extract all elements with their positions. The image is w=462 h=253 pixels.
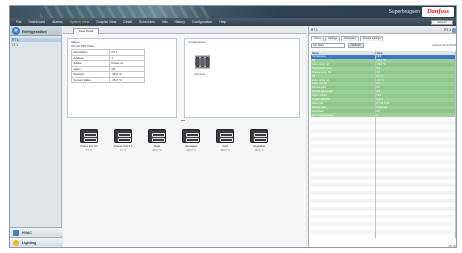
danfoss-logo: Danfoss [422, 7, 454, 17]
main-menu: File Dashboard Alarms System View Graphic Vi… [16, 20, 226, 24]
table-row: Current Value -35.0 °C [71, 76, 145, 83]
detail-panel: RT 1 RT 1 Status Settings Schedules Service… [308, 26, 456, 248]
menu-item-schedules[interactable]: Schedules [139, 20, 155, 24]
sidebar-item-label: HVAC [22, 230, 32, 235]
display-case-icon [114, 129, 132, 143]
compressor-pack-icon[interactable] [195, 55, 211, 69]
case-item[interactable]: Meat -990.0 °C [145, 129, 169, 159]
valve-properties-table: Description RT 1 Address 1 Status Power up Ala… [71, 49, 145, 83]
menu-item-detail[interactable]: Detail [123, 20, 132, 24]
detail-tabs: Status Settings Schedules Service settings [311, 36, 384, 41]
case-temperature: -990.0 °C [151, 148, 163, 152]
sidebar-item-hvac[interactable]: HVAC [10, 227, 62, 236]
detail-panel-header: RT 1 RT 1 [309, 26, 456, 34]
refrigeration-icon: ❄ [12, 27, 20, 35]
hvac-icon [13, 229, 19, 236]
display-case-icon [80, 129, 98, 143]
app-window: Superbrugsen Danfoss File Dashboard Alarms… [9, 5, 457, 248]
sidebar-item-label: Lighting [22, 240, 37, 245]
case-item[interactable]: Cold -990.0 °C [213, 129, 237, 159]
case-item[interactable]: Chees Fox 3.1 3.6 °C [77, 129, 101, 159]
display-case-icon [216, 129, 234, 143]
menu-item-configuration[interactable]: Configuration [192, 20, 212, 24]
case-temperature: -990.0 °C [185, 148, 197, 152]
tab-service-settings[interactable]: Service settings [359, 36, 384, 41]
tab-bar: Case Detail [63, 26, 306, 34]
sidebar-title: Refrigeration [22, 28, 47, 34]
compressors-title: Compressors [188, 40, 206, 44]
sidebar-header[interactable]: ❄ Refrigeration [10, 26, 62, 36]
menu-item-alarms[interactable]: Alarms [52, 20, 63, 24]
tab-schedules[interactable]: Schedules [341, 36, 359, 41]
main-panel: Case Detail Valves AK-CC 550 Case Descri… [63, 26, 306, 247]
parameter-name [311, 233, 376, 238]
sidebar: ❄ Refrigeration RT 1 LT 1 HVAC Lighting [10, 26, 62, 247]
filter-bar: Key Data Refresh Updated: 08:12:23 PM [311, 43, 456, 49]
parameter-table: Name Value Temperature OFF S3 -35.0 °C Cons.… [311, 51, 456, 238]
compressors-panel: Compressors Pumpset [184, 38, 300, 118]
parameter-group-select[interactable]: Key Data [311, 43, 345, 48]
menu-item-info[interactable]: Info [162, 20, 168, 24]
case-item[interactable]: Cheese Fox 3.1 3.6 °C [111, 129, 135, 159]
menu-item-dashboard[interactable]: Dashboard [28, 20, 45, 24]
title-bar: Superbrugsen Danfoss [10, 6, 456, 18]
case-item[interactable]: Vegetable -990.0 °C [247, 129, 271, 159]
status-text: OK (0) [448, 245, 456, 248]
menu-item-file[interactable]: File [16, 20, 21, 24]
menu-item-history[interactable]: History [174, 20, 185, 24]
device-name: AK-CC 550 Case [71, 44, 95, 48]
tab-status[interactable]: Status [311, 36, 325, 41]
splitter-handle[interactable] [181, 120, 185, 121]
detail-panel-title-right: RT 1 [444, 28, 451, 32]
sidebar-item-lt-1[interactable]: LT 1 [12, 43, 18, 47]
case-item[interactable]: Sausages -990.0 °C [179, 129, 203, 159]
parameter-value [375, 233, 456, 238]
display-case-icon [182, 129, 200, 143]
sidebar-item-rt-1[interactable]: RT 1 [11, 38, 61, 42]
menu-item-help[interactable]: Help [219, 20, 226, 24]
menu-bar: File Dashboard Alarms System View Graphic Vi… [10, 18, 456, 26]
title-bar-decoration [40, 6, 210, 18]
sidebar-item-lighting[interactable]: Lighting [10, 237, 62, 246]
tab-case-detail[interactable]: Case Detail [73, 27, 99, 34]
lighting-icon [13, 239, 19, 246]
refresh-button[interactable]: Refresh [348, 43, 364, 48]
case-temperature: 3.6 °C [119, 148, 127, 152]
case-temperature: 3.6 °C [85, 148, 93, 152]
detail-panel-title: RT 1 [311, 28, 318, 32]
case-temperature: -990.0 °C [253, 148, 265, 152]
case-temperature: -990.0 °C [219, 148, 231, 152]
site-name: Superbrugsen [388, 9, 420, 15]
property-label: Current Value [71, 76, 110, 83]
case-list: Chees Fox 3.1 3.6 °C Cheese Fox 3.1 3.6 °C M… [67, 129, 303, 169]
table-row[interactable] [311, 233, 456, 238]
compressor-label: Pumpset [194, 72, 206, 76]
tab-settings[interactable]: Settings [325, 36, 341, 41]
display-case-icon [148, 129, 166, 143]
property-value: -35.0 °C [109, 76, 145, 83]
help-icon[interactable] [452, 27, 456, 33]
brand-logo-text: Danfoss [426, 8, 450, 15]
menu-item-system-view[interactable]: System View [70, 20, 90, 24]
valves-panel: Valves AK-CC 550 Case Description RT 1 Add… [67, 38, 177, 118]
menu-item-graphic-view[interactable]: Graphic View [96, 20, 116, 24]
display-case-icon [250, 129, 268, 143]
updated-timestamp: Updated: 08:12:23 PM [432, 43, 456, 47]
account-button[interactable]: Account [431, 19, 453, 25]
